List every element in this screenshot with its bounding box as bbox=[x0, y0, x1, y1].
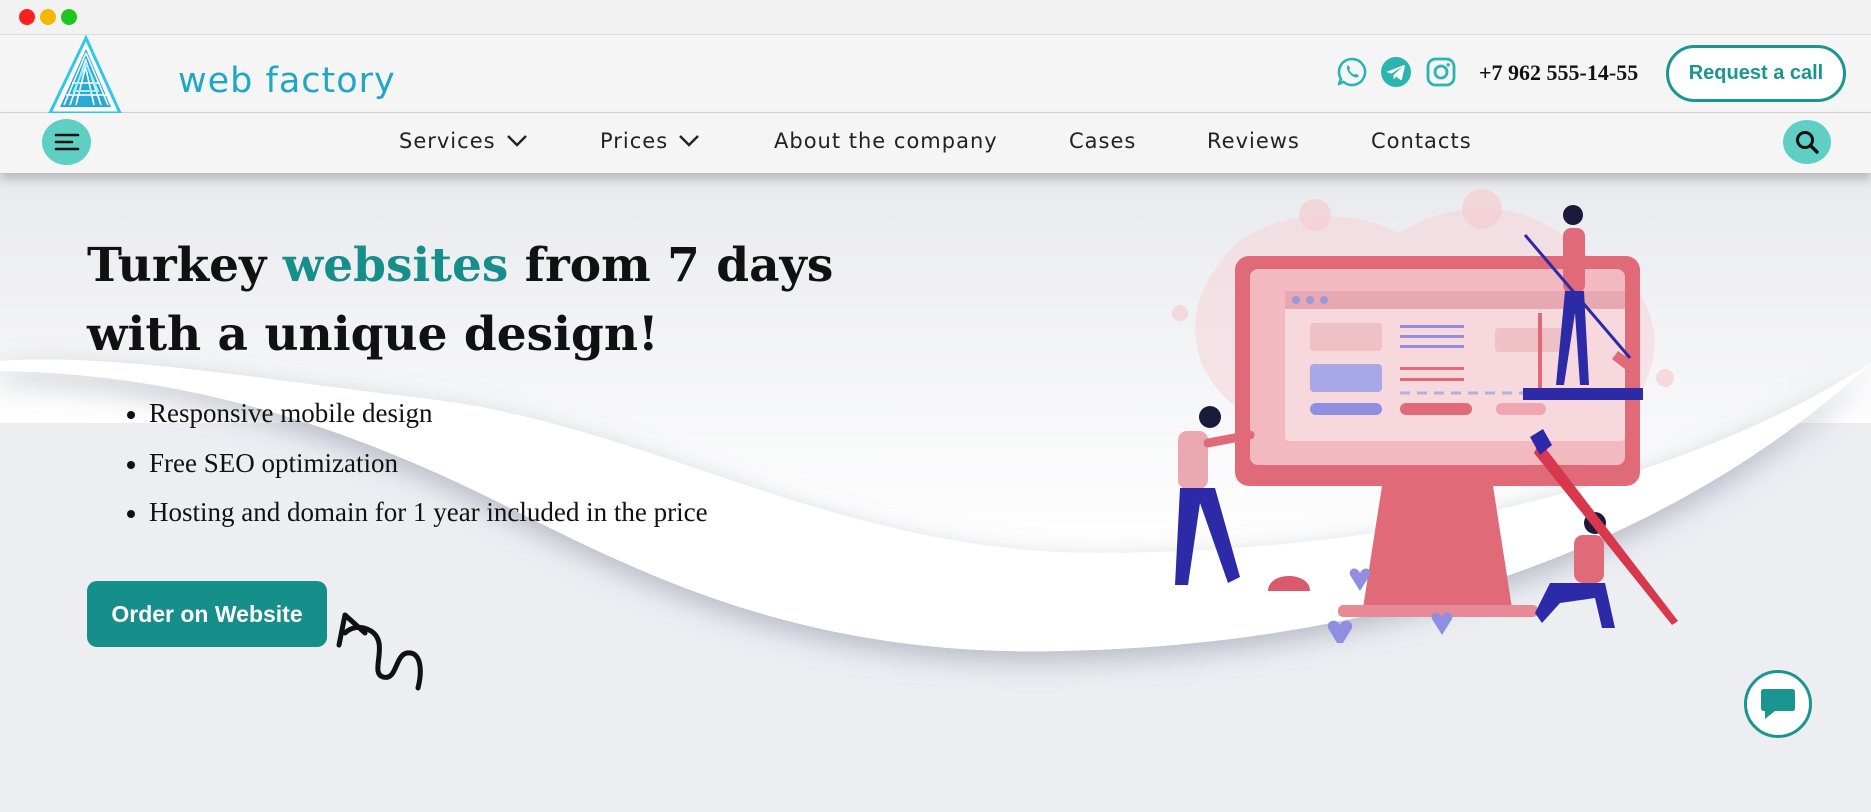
chevron-down-icon bbox=[679, 135, 700, 147]
logo-text: web factory bbox=[178, 61, 396, 101]
search-button[interactable] bbox=[1783, 120, 1831, 164]
nav-item-label: Cases bbox=[1069, 129, 1137, 153]
squiggle-arrow-icon bbox=[336, 612, 423, 691]
nav-item-label: Reviews bbox=[1207, 129, 1300, 153]
window-close-button[interactable] bbox=[19, 9, 35, 25]
whatsapp-icon[interactable] bbox=[1336, 56, 1368, 88]
hero-section: Turkey websites from 7 days with a uniqu… bbox=[0, 173, 1871, 812]
telegram-icon[interactable] bbox=[1380, 56, 1412, 88]
nav-item-reviews[interactable]: Reviews bbox=[1207, 129, 1300, 153]
headline-accent: websites bbox=[282, 238, 509, 293]
main-nav: Services Prices About the company Cases … bbox=[0, 113, 1871, 173]
chevron-down-icon bbox=[506, 135, 527, 147]
web-design-team-illustration bbox=[1172, 189, 1678, 643]
nav-item-prices[interactable]: Prices bbox=[600, 129, 700, 153]
nav-item-label: Contacts bbox=[1371, 129, 1472, 153]
list-item: Responsive mobile design bbox=[120, 398, 708, 448]
window-titlebar bbox=[0, 0, 1871, 35]
search-icon bbox=[1796, 131, 1819, 154]
hamburger-menu-button[interactable] bbox=[42, 119, 91, 165]
site-logo[interactable]: web factory bbox=[48, 35, 395, 117]
headline-text: Turkey bbox=[87, 238, 283, 293]
list-item: Free SEO optimization bbox=[120, 448, 708, 498]
nav-item-contacts[interactable]: Contacts bbox=[1371, 129, 1472, 153]
nav-item-about[interactable]: About the company bbox=[774, 129, 998, 153]
nav-item-cases[interactable]: Cases bbox=[1069, 129, 1136, 153]
logo-triangle-icon bbox=[48, 35, 123, 115]
hero-headline: Turkey websites from 7 days with a uniqu… bbox=[87, 231, 847, 369]
chat-widget-button[interactable] bbox=[1744, 670, 1812, 738]
chat-bubble-icon bbox=[1761, 689, 1795, 719]
list-item: Hosting and domain for 1 year included i… bbox=[120, 497, 708, 547]
nav-item-label: Prices bbox=[600, 129, 669, 153]
order-website-button[interactable]: Order on Website bbox=[87, 581, 327, 647]
hamburger-icon bbox=[54, 133, 79, 151]
window-maximize-button[interactable] bbox=[61, 9, 77, 25]
instagram-icon[interactable] bbox=[1425, 56, 1457, 88]
nav-item-label: Services bbox=[399, 129, 496, 153]
request-call-button[interactable]: Request a call bbox=[1666, 45, 1846, 102]
phone-number-link[interactable]: +7 962 555-14-55 bbox=[1479, 60, 1638, 86]
nav-item-label: About the company bbox=[774, 129, 998, 153]
window-minimize-button[interactable] bbox=[40, 9, 56, 25]
nav-item-services[interactable]: Services bbox=[399, 129, 528, 153]
site-header: web factory +7 962 555-14-55 Request a c… bbox=[0, 35, 1871, 115]
feature-list: Responsive mobile design Free SEO optimi… bbox=[120, 398, 708, 547]
